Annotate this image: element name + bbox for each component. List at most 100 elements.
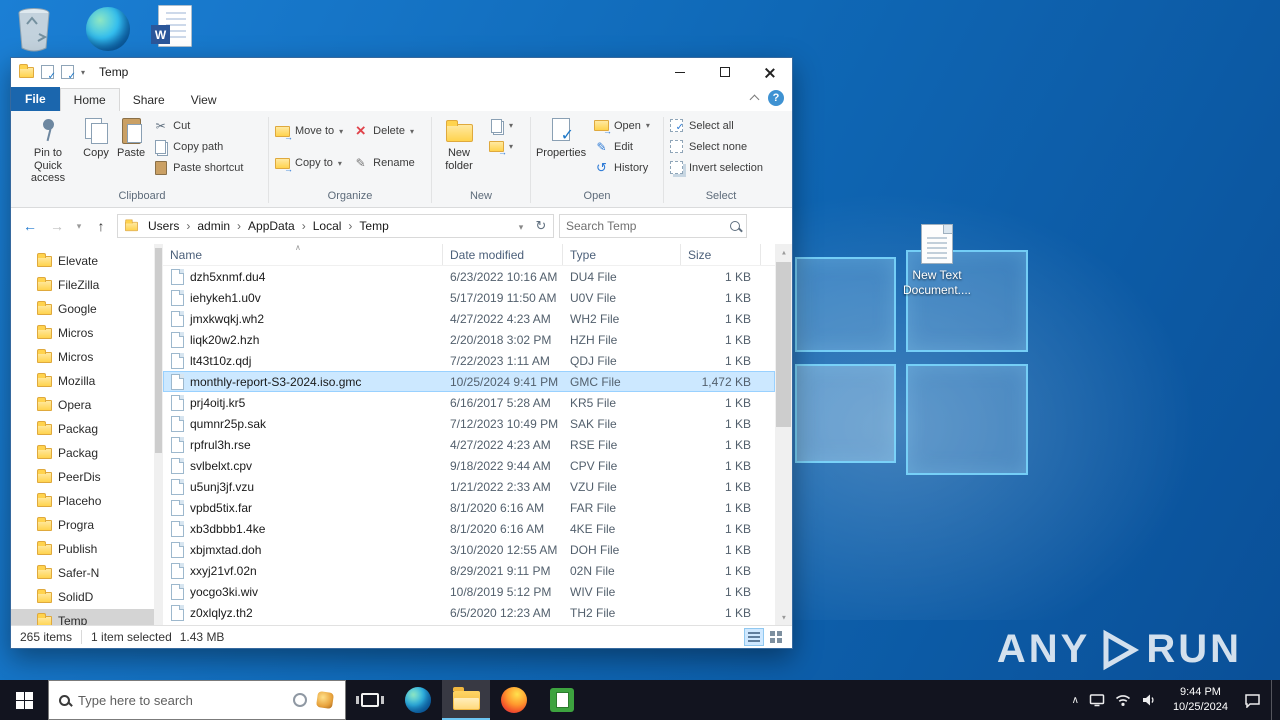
network-tray-icon[interactable] [1115, 693, 1131, 707]
sidebar-item[interactable]: PeerDis [11, 465, 154, 489]
help-button[interactable]: ? [768, 90, 784, 106]
taskbar-search-input[interactable] [78, 692, 285, 708]
file-row[interactable]: yocgo3ki.wiv 10/8/2019 5:12 PM WIV File 1 K… [163, 581, 775, 602]
rename-button[interactable]: Rename [348, 147, 420, 179]
paste-shortcut-button[interactable]: Paste shortcut [149, 157, 247, 178]
select-none-button[interactable]: Select none [665, 136, 767, 157]
minimize-button[interactable] [657, 58, 702, 86]
file-row[interactable]: rpfrul3h.rse 4/27/2022 4:23 AM RSE File 1 K… [163, 434, 775, 455]
taskbar-file-explorer-button[interactable] [442, 680, 490, 720]
search-input[interactable] [566, 219, 730, 233]
taskbar-search[interactable] [48, 680, 346, 720]
tab-home[interactable]: Home [59, 88, 120, 111]
history-button[interactable]: History [590, 157, 654, 178]
action-center-button[interactable] [1244, 693, 1261, 708]
search-box[interactable] [559, 214, 747, 238]
file-row[interactable]: z0xlqlyz.th2 6/5/2020 12:23 AM TH2 File 1 K… [163, 602, 775, 623]
file-row[interactable]: qumnr25p.sak 7/12/2023 10:49 PM SAK File 1 … [163, 413, 775, 434]
copy-to-button[interactable]: Copy to [270, 147, 348, 179]
display-tray-icon[interactable] [1089, 693, 1105, 707]
sidebar-item[interactable]: Opera [11, 393, 154, 417]
tree-scrollbar[interactable] [154, 244, 163, 625]
sidebar-item[interactable]: Micros [11, 321, 154, 345]
breadcrumb-appdata[interactable]: AppData [243, 217, 308, 235]
file-row[interactable]: lt43t10z.qdj 7/22/2023 1:11 AM QDJ File 1 K… [163, 350, 775, 371]
sidebar-item[interactable]: Elevate [11, 249, 154, 273]
sidebar-item[interactable]: SolidD [11, 585, 154, 609]
show-desktop-button[interactable] [1271, 680, 1276, 720]
recent-locations-arrow-icon[interactable] [73, 215, 85, 237]
sidebar-item[interactable]: Safer-N [11, 561, 154, 585]
sidebar-item[interactable]: Progra [11, 513, 154, 537]
sidebar-item[interactable]: Placeho [11, 489, 154, 513]
sidebar-item[interactable]: Packag [11, 441, 154, 465]
recycle-bin-icon[interactable] [12, 4, 56, 54]
cortana-icon[interactable] [293, 693, 307, 707]
invert-selection-button[interactable]: Invert selection [665, 157, 767, 178]
move-to-button[interactable]: Move to [270, 115, 348, 147]
new-item-button[interactable] [485, 115, 517, 136]
breadcrumb-temp[interactable]: Temp [354, 217, 390, 235]
properties-button[interactable]: Properties [532, 113, 590, 163]
taskbar-firefox-button[interactable] [490, 680, 538, 720]
sidebar-item[interactable]: Google [11, 297, 154, 321]
delete-button[interactable]: Delete [348, 115, 420, 147]
file-row[interactable]: u5unj3jf.vzu 1/21/2022 2:33 AM VZU File 1 K… [163, 476, 775, 497]
close-button[interactable] [747, 58, 792, 86]
tree-scrollbar-thumb[interactable] [155, 248, 162, 453]
file-row[interactable]: prj4oitj.kr5 6/16/2017 5:28 AM KR5 File 1 K… [163, 392, 775, 413]
sidebar-item[interactable]: Publish [11, 537, 154, 561]
file-row[interactable]: vpbd5tix.far 8/1/2020 6:16 AM FAR File 1 KB [163, 497, 775, 518]
file-row[interactable]: jmxkwqkj.wh2 4/27/2022 4:23 AM WH2 File 1 K… [163, 308, 775, 329]
address-dropdown-icon[interactable] [511, 219, 531, 233]
open-button[interactable]: Open [590, 115, 654, 137]
file-row[interactable]: xb3dbbb1.4ke 8/1/2020 6:16 AM 4KE File 1 KB [163, 518, 775, 539]
file-row[interactable]: iehykeh1.u0v 5/17/2019 11:50 AM U0V File 1 … [163, 287, 775, 308]
task-view-button[interactable] [346, 680, 394, 720]
column-header-date-modified[interactable]: Date modified [443, 244, 563, 265]
volume-tray-icon[interactable] [1141, 693, 1157, 707]
breadcrumb-admin[interactable]: admin [192, 217, 243, 235]
sidebar-item[interactable]: Micros [11, 345, 154, 369]
new-text-document-icon[interactable]: New Text Document.... [898, 224, 976, 298]
details-view-button[interactable] [744, 628, 764, 646]
new-folder-button[interactable]: New folder [433, 113, 485, 175]
file-row[interactable]: liqk20w2.hzh 2/20/2018 3:02 PM HZH File 1 K… [163, 329, 775, 350]
taskbar-clock[interactable]: 9:44 PM 10/25/2024 [1167, 685, 1234, 715]
search-highlights-icon[interactable] [315, 690, 335, 710]
cut-button[interactable]: Cut [149, 115, 247, 136]
paste-button[interactable]: Paste [113, 113, 149, 163]
column-header-type[interactable]: Type [563, 244, 681, 265]
qat-properties-icon[interactable] [41, 65, 56, 82]
word-document-icon[interactable]: W [151, 5, 192, 47]
maximize-button[interactable] [702, 58, 747, 86]
qat-new-folder-icon[interactable] [61, 65, 76, 82]
address-box[interactable]: Users admin AppData Local Temp [117, 214, 554, 238]
tab-share[interactable]: Share [120, 89, 178, 111]
tab-file[interactable]: File [11, 87, 60, 111]
show-hidden-icons-button[interactable] [1072, 695, 1079, 706]
taskbar-office-button[interactable] [538, 680, 586, 720]
tab-view[interactable]: View [178, 89, 230, 111]
sidebar-item[interactable]: Mozilla [11, 369, 154, 393]
copy-path-button[interactable]: Copy path [149, 136, 247, 157]
breadcrumb-local[interactable]: Local [308, 217, 355, 235]
breadcrumb-users[interactable]: Users [143, 217, 192, 235]
qat-customize-arrow-icon[interactable] [81, 68, 85, 77]
file-row[interactable]: xbjmxtad.doh 3/10/2020 12:55 AM DOH File 1 … [163, 539, 775, 560]
sidebar-item[interactable]: FileZilla [11, 273, 154, 297]
scroll-down-icon[interactable] [775, 609, 792, 625]
easy-access-button[interactable] [485, 136, 517, 157]
file-row-selected[interactable]: monthly-report-S3-2024.iso.gmc 10/25/2024… [163, 371, 775, 392]
list-scrollbar[interactable] [775, 244, 792, 625]
list-scrollbar-thumb[interactable] [776, 262, 791, 427]
refresh-icon[interactable] [531, 218, 551, 234]
edit-button[interactable]: Edit [590, 136, 654, 157]
file-row[interactable]: dzh5xnmf.du4 6/23/2022 10:16 AM DU4 File 1 … [163, 266, 775, 287]
collapse-ribbon-icon[interactable] [749, 94, 760, 105]
up-button[interactable] [90, 215, 112, 237]
start-button[interactable] [0, 680, 48, 720]
select-all-button[interactable]: Select all [665, 115, 767, 136]
scroll-up-icon[interactable] [775, 244, 792, 260]
column-header-size[interactable]: Size [681, 244, 761, 265]
